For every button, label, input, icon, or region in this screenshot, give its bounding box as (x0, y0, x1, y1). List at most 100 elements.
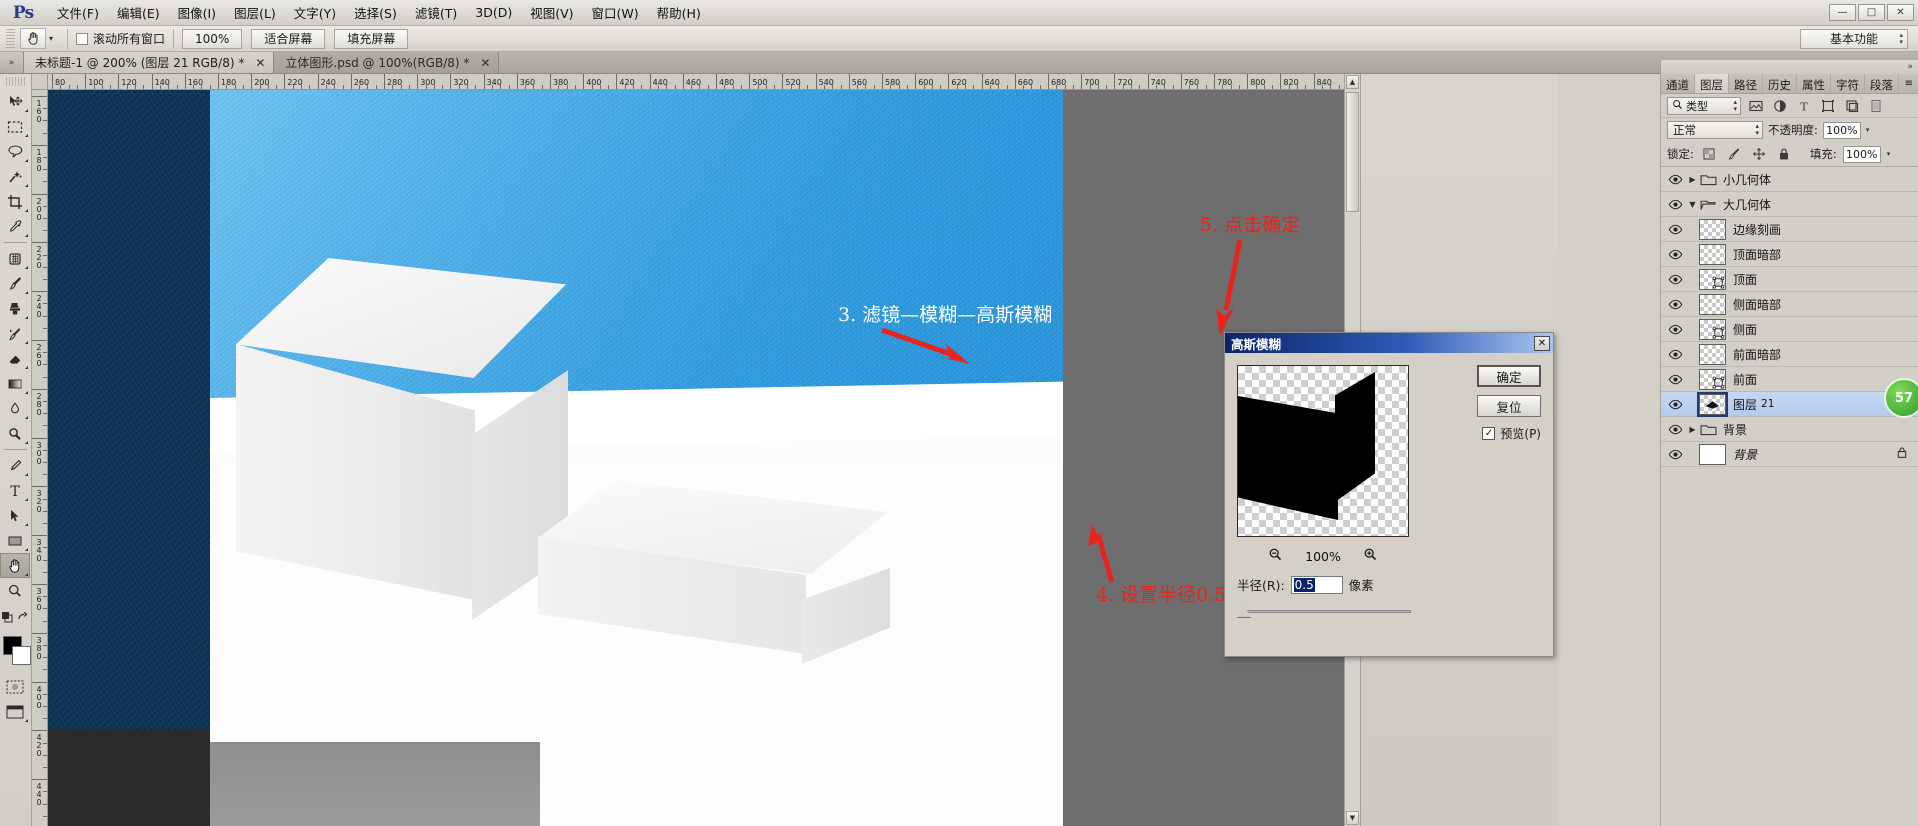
color-swatches[interactable] (0, 634, 31, 668)
menu-file[interactable]: 文件(F) (48, 0, 108, 26)
dodge-tool[interactable] (0, 421, 30, 446)
layer-visibility-icon[interactable] (1664, 249, 1686, 260)
layer-visibility-icon[interactable] (1664, 174, 1686, 185)
menu-help[interactable]: 帮助(H) (648, 0, 710, 26)
fill-input[interactable]: 100% (1842, 145, 1881, 163)
workspace-chevron-icon[interactable]: ▴ ▾ (1899, 31, 1903, 46)
blend-mode-chevron-icon[interactable]: ▴ ▾ (1755, 123, 1759, 137)
pixel-filter-icon[interactable] (1746, 97, 1765, 115)
document-tab-litixingxing[interactable]: 立体图形.psd @ 100%(RGB/8) * ✕ (274, 52, 500, 73)
layer-visibility-icon[interactable] (1664, 324, 1686, 335)
toolbox-grip[interactable] (6, 77, 25, 86)
tab-channels[interactable]: 通道 (1661, 74, 1695, 93)
healing-brush-tool[interactable] (0, 246, 30, 271)
fill-chevron-icon[interactable]: ▾ (1887, 150, 1891, 158)
layer-visibility-icon[interactable] (1664, 374, 1686, 385)
fill-screen-button[interactable]: 填充屏幕 (334, 28, 409, 49)
shape-tool[interactable] (0, 528, 30, 553)
filter-kind-select[interactable]: 类型 ▴ ▾ (1667, 96, 1741, 115)
layer-row-side-face[interactable]: 侧面 (1661, 317, 1918, 342)
layer-thumbnail[interactable] (1699, 368, 1726, 390)
lock-all-icon[interactable] (1775, 145, 1794, 163)
document-tab-close-icon[interactable]: ✕ (480, 56, 490, 70)
tool-flyout-icon[interactable] (25, 209, 28, 212)
tool-flyout-icon[interactable] (25, 266, 28, 269)
layer-thumbnail[interactable] (1699, 343, 1726, 365)
tool-flyout-icon[interactable] (25, 523, 28, 526)
layer-row-layer-21[interactable]: 图层 21 (1661, 391, 1918, 417)
minimize-button[interactable]: — (1829, 4, 1856, 21)
tool-flyout-icon[interactable] (25, 498, 28, 501)
blur-tool[interactable] (0, 396, 30, 421)
tab-paths[interactable]: 路径 (1729, 74, 1763, 93)
layer-thumbnail[interactable] (1699, 318, 1726, 340)
zoom-tool[interactable] (0, 578, 30, 603)
move-tool[interactable] (0, 89, 30, 114)
group-expand-icon[interactable]: ▶ (1686, 425, 1699, 434)
hand-tool-icon[interactable] (20, 28, 46, 49)
path-selection-tool[interactable] (0, 503, 30, 528)
clone-stamp-tool[interactable] (0, 296, 30, 321)
opacity-chevron-icon[interactable]: ▾ (1866, 126, 1870, 134)
options-bar-grip[interactable] (6, 28, 15, 49)
slider-track[interactable] (1243, 610, 1411, 613)
scrollbar-thumb[interactable] (1346, 92, 1359, 212)
panel-menu-icon[interactable]: ≡ (1900, 74, 1918, 93)
background-color-swatch[interactable] (12, 646, 31, 665)
opacity-input[interactable]: 100% (1822, 121, 1861, 139)
crop-tool[interactable] (0, 189, 30, 214)
tab-properties[interactable]: 属性 (1797, 74, 1831, 93)
hand-tool[interactable] (0, 553, 30, 578)
brush-tool[interactable] (0, 271, 30, 296)
tab-bar-grip[interactable]: » (0, 52, 24, 73)
tool-flyout-icon[interactable] (25, 441, 28, 444)
horizontal-ruler[interactable]: 80 100 120 140 160 180 200 220 240 260 280 300 320 34… (48, 74, 1344, 90)
maximize-button[interactable]: □ (1858, 4, 1885, 21)
group-collapse-icon[interactable]: ▼ (1686, 200, 1699, 209)
tool-flyout-icon[interactable] (25, 573, 28, 576)
history-brush-tool[interactable] (0, 321, 30, 346)
layer-row-background[interactable]: 背景 (1661, 442, 1918, 467)
lock-transparency-icon[interactable] (1700, 145, 1719, 163)
layer-visibility-icon[interactable] (1664, 424, 1686, 435)
tab-paragraph[interactable]: 段落 (1865, 74, 1899, 93)
screen-mode-toggle[interactable] (0, 699, 30, 724)
gaussian-blur-dialog[interactable]: 高斯模糊 ✕ 100% 半径(R): 0.5 像素 确定 复位 ✓ 预览(P) (1224, 332, 1554, 657)
layer-visibility-icon[interactable] (1664, 349, 1686, 360)
tab-layers[interactable]: 图层 (1695, 74, 1729, 93)
layer-thumbnail[interactable] (1699, 443, 1726, 465)
tool-flyout-icon[interactable] (25, 416, 28, 419)
layer-row-group-small-geometry[interactable]: ▶ 小几何体 (1661, 167, 1918, 192)
menu-edit[interactable]: 编辑(E) (108, 0, 169, 26)
tool-flyout-icon[interactable] (25, 134, 28, 137)
marquee-tool[interactable] (0, 114, 30, 139)
quick-mask-toggle[interactable] (0, 674, 30, 699)
lasso-tool[interactable] (0, 139, 30, 164)
tool-flyout-icon[interactable] (25, 234, 28, 237)
ruler-corner[interactable] (32, 74, 48, 90)
tool-flyout-icon[interactable] (25, 109, 28, 112)
lock-position-icon[interactable] (1750, 145, 1769, 163)
canvas-area[interactable]: 3. 滤镜—模糊—高斯模糊 (48, 90, 1344, 826)
quick-mask-and-undo-icons[interactable] (0, 603, 30, 628)
tool-flyout-icon[interactable] (25, 291, 28, 294)
scroll-up-arrow-icon[interactable]: ▲ (1346, 75, 1359, 89)
tab-character[interactable]: 字符 (1831, 74, 1865, 93)
layer-row-group-large-geometry[interactable]: ▼ 大几何体 (1661, 192, 1918, 217)
layer-thumbnail[interactable] (1699, 243, 1726, 265)
notification-badge[interactable]: 57 (1884, 378, 1918, 418)
close-button[interactable]: ✕ (1887, 4, 1914, 21)
slider-thumb[interactable] (1237, 605, 1251, 617)
workspace-selector[interactable]: 基本功能 ▴ ▾ (1800, 28, 1908, 49)
layer-thumbnail[interactable] (1697, 391, 1728, 417)
menu-select[interactable]: 选择(S) (345, 0, 406, 26)
preview-checkbox-box[interactable]: ✓ (1482, 427, 1496, 440)
layer-visibility-icon[interactable] (1664, 399, 1686, 410)
scroll-all-windows-checkbox[interactable]: 滚动所有窗口 (76, 30, 165, 47)
layer-visibility-icon[interactable] (1664, 299, 1686, 310)
layer-visibility-icon[interactable] (1664, 449, 1686, 460)
tool-flyout-icon[interactable] (25, 341, 28, 344)
tool-flyout-icon[interactable] (25, 548, 28, 551)
menu-image[interactable]: 图像(I) (169, 0, 225, 26)
group-expand-icon[interactable]: ▶ (1686, 175, 1699, 184)
